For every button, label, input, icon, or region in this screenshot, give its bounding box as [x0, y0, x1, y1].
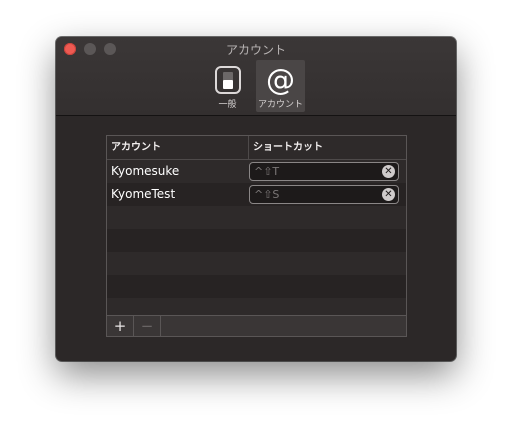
- add-account-button[interactable]: +: [107, 316, 134, 336]
- at-sign-icon: @: [266, 63, 295, 97]
- account-name-cell: Kyomesuke: [111, 164, 180, 178]
- shortcut-recorder-field[interactable]: ^⇧T ✕: [249, 162, 399, 181]
- empty-row: [107, 206, 406, 229]
- accounts-table: アカウント ショートカット Kyomesuke ^⇧T ✕ KyomeTest …: [106, 135, 407, 337]
- tab-general[interactable]: 一般: [204, 60, 251, 112]
- table-header: アカウント ショートカット: [107, 136, 406, 160]
- clear-shortcut-icon[interactable]: ✕: [382, 165, 395, 178]
- remove-account-button[interactable]: −: [134, 316, 161, 336]
- titlebar: アカウント 一般 @ アカウント: [56, 37, 456, 116]
- preferences-window: アカウント 一般 @ アカウント アカウント ショートカット Kyomesuke…: [56, 37, 456, 361]
- empty-row: [107, 229, 406, 252]
- window-title: アカウント: [225, 43, 286, 57]
- toggle-switch-icon: [214, 66, 241, 94]
- shortcut-recorder-field[interactable]: ^⇧S ✕: [249, 185, 399, 204]
- shortcut-value: ^⇧T: [254, 165, 280, 178]
- tab-account[interactable]: @ アカウント: [256, 60, 305, 112]
- table-body: Kyomesuke ^⇧T ✕ KyomeTest ^⇧S ✕: [107, 160, 406, 321]
- empty-row: [107, 252, 406, 275]
- tab-general-label: 一般: [218, 100, 237, 110]
- tab-account-label: アカウント: [257, 100, 303, 110]
- shortcut-value: ^⇧S: [254, 188, 280, 201]
- table-row[interactable]: Kyomesuke ^⇧T ✕: [107, 160, 406, 183]
- column-header-account[interactable]: アカウント: [107, 136, 248, 159]
- empty-row: [107, 275, 406, 298]
- column-header-shortcut[interactable]: ショートカット: [248, 136, 403, 159]
- table-row[interactable]: KyomeTest ^⇧S ✕: [107, 183, 406, 206]
- account-name-cell: KyomeTest: [111, 187, 176, 201]
- clear-shortcut-icon[interactable]: ✕: [382, 188, 395, 201]
- table-bottom-bar: + −: [107, 315, 406, 336]
